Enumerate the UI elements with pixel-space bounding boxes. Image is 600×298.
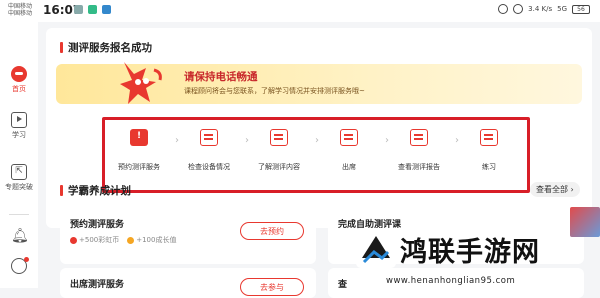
page-title-text: 测评服务报名成功 — [68, 42, 152, 54]
carrier-2: 中国移动 — [8, 10, 33, 17]
alert-screen-icon — [130, 129, 148, 146]
video-play-icon — [340, 129, 358, 146]
report-chart-icon — [410, 129, 428, 146]
profile-button[interactable] — [0, 257, 38, 276]
page-title: 测评服务报名成功 — [60, 40, 152, 55]
task-title: 预约测评服务 — [70, 220, 125, 230]
step-content[interactable]: 了解测评内容 — [247, 129, 311, 173]
sidebar: 首页 学习 ⇱ 专题突破 🔔︎ — [0, 22, 39, 288]
banner-title: 请保持电话畅通 — [184, 71, 258, 83]
bell-icon: 🔔︎ — [11, 228, 29, 244]
network-speed: 3.4 K/s — [528, 5, 553, 13]
eye-icon — [513, 4, 524, 14]
carrier-1: 中国移动 — [8, 3, 33, 10]
reward-coins: +500彩虹币 — [70, 235, 119, 245]
step-label: 练习 — [482, 163, 496, 171]
step-practice[interactable]: 练习 — [457, 129, 521, 173]
step-label: 出席 — [342, 163, 356, 171]
sidebar-item-study[interactable]: 学习 — [0, 112, 38, 140]
task-title: 查 — [338, 280, 348, 290]
task-rewards: +500彩虹币 +100成长值 — [70, 235, 176, 245]
section-title: 学霸养成计划 — [60, 183, 131, 198]
watermark: 鸿联手游网 www.henanhonglian95.com — [352, 226, 600, 288]
mascot-icon — [120, 62, 162, 104]
status-bar: 中国移动 中国移动 16:07 3.4 K/s 5G 56 — [0, 0, 600, 22]
book-button[interactable]: 去预约 — [240, 222, 304, 240]
practice-edit-icon — [480, 129, 498, 146]
carrier-labels: 中国移动 中国移动 — [8, 3, 32, 17]
step-device-check[interactable]: 检查设备情况 — [177, 129, 241, 173]
arrow-box-icon: ⇱ — [11, 164, 27, 180]
mascot-home-icon — [11, 66, 27, 82]
step-label: 查看测评报告 — [398, 163, 440, 171]
reminder-banner: 请保持电话畅通 课程顾问将会与您联系，了解学习情况并安排测评服务哦~ — [56, 62, 582, 104]
sidebar-item-label: 学习 — [12, 131, 26, 139]
growth-icon — [127, 236, 135, 244]
sidebar-divider — [9, 214, 29, 215]
document-icon — [270, 129, 288, 146]
task-title: 出席测评服务 — [70, 280, 125, 290]
app-icon — [102, 5, 111, 14]
notifications-button[interactable]: 🔔︎ — [0, 228, 38, 246]
step-label: 预约测评服务 — [118, 163, 160, 171]
task-card: 出席测评服务 去参与 — [60, 268, 316, 298]
signal-5g: 5G — [557, 5, 567, 13]
profile-icon — [11, 257, 29, 274]
reward-growth-text: +100成长值 — [136, 236, 177, 244]
step-label: 检查设备情况 — [188, 163, 230, 171]
section-title-text: 学霸养成计划 — [68, 185, 131, 197]
participate-button[interactable]: 去参与 — [240, 278, 304, 296]
reward-growth: +100成长值 — [127, 235, 176, 245]
notification-icons — [74, 5, 111, 14]
step-attend[interactable]: 出席 — [317, 129, 381, 173]
see-all-button[interactable]: 查看全部 › — [530, 182, 580, 197]
play-video-icon — [11, 112, 27, 128]
title-accent-bar — [60, 185, 63, 196]
sidebar-item-label: 首页 — [12, 85, 26, 93]
step-label: 了解测评内容 — [258, 163, 300, 171]
watermark-url: www.henanhonglian95.com — [386, 276, 516, 286]
wechat-icon — [88, 5, 97, 14]
system-indicators: 3.4 K/s 5G 56 — [498, 4, 590, 14]
reward-coins-text: +500彩虹币 — [79, 236, 120, 244]
notification-icon — [74, 5, 83, 14]
sidebar-item-home[interactable]: 首页 — [0, 66, 38, 94]
coin-icon — [70, 236, 77, 244]
see-all-label: 查看全部 — [536, 185, 568, 194]
step-book[interactable]: 预约测评服务 — [107, 129, 171, 173]
title-accent-bar — [60, 42, 63, 53]
battery-icon: 56 — [572, 4, 590, 14]
watermark-title: 鸿联手游网 — [400, 237, 540, 268]
watermark-logo-icon — [356, 228, 396, 268]
sidebar-item-topics[interactable]: ⇱ 专题突破 — [0, 164, 38, 192]
task-card: 预约测评服务 +500彩虹币 +100成长值 去预约 — [60, 208, 316, 264]
service-steps: 预约测评服务 › 检查设备情况 › 了解测评内容 › 出席 › 查看测评报告 ›… — [102, 117, 530, 193]
devices-icon — [200, 129, 218, 146]
step-report[interactable]: 查看测评报告 — [387, 129, 451, 173]
banner-subtitle: 课程顾问将会与您联系，了解学习情况并安排测评服务哦~ — [184, 87, 365, 95]
sidebar-item-label: 专题突破 — [5, 183, 33, 191]
headphone-icon — [498, 4, 509, 14]
